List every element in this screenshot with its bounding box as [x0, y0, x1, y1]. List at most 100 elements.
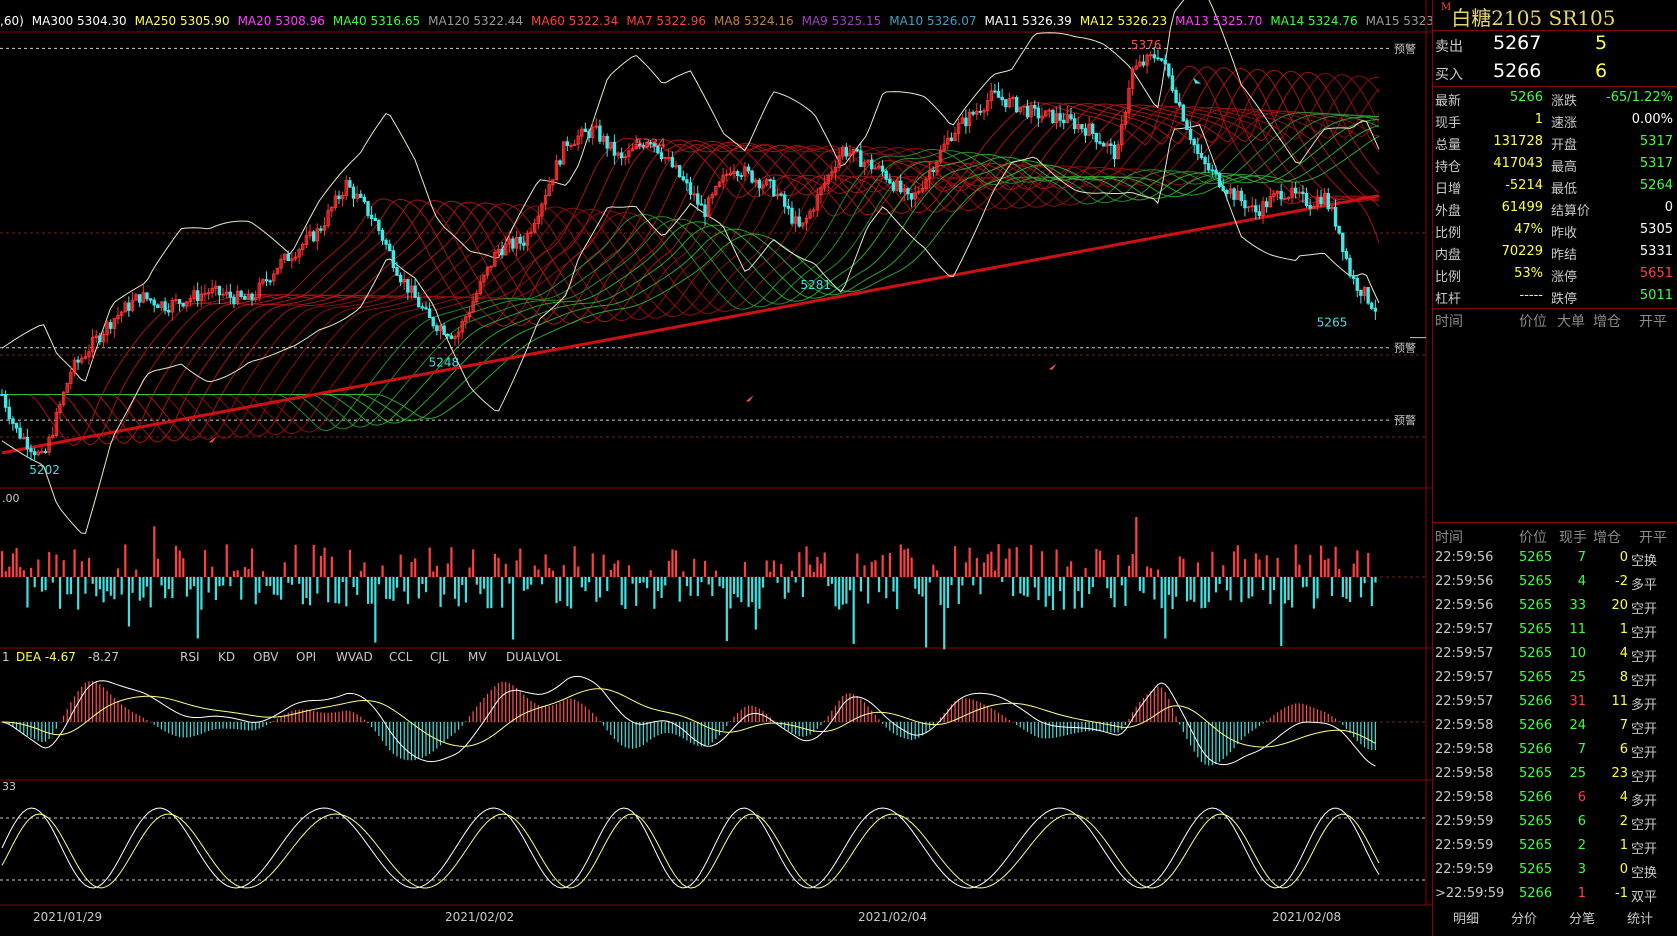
tick-row[interactable]: >22:59:59 5266 1 -1 双平: [1433, 882, 1677, 906]
volume-bar: [809, 564, 812, 577]
macd-bar: [1070, 722, 1072, 735]
volume-bar: [1069, 561, 1073, 577]
volume-bar: [1254, 553, 1257, 577]
tick-quantity: 7: [1577, 550, 1586, 565]
macd-bar: [1092, 722, 1094, 732]
tick-quantity: 1: [1577, 886, 1586, 901]
tick-row[interactable]: 22:59:57 5265 10 4 空开: [1433, 642, 1677, 666]
tick-quantity: 24: [1569, 718, 1586, 733]
volume-bar: [1167, 577, 1171, 595]
tick-row[interactable]: 22:59:57 5266 31 11 多开: [1433, 690, 1677, 714]
macd-bar: [381, 722, 384, 741]
contract-name: 白糖2105 SR105: [1451, 6, 1616, 30]
tick-row[interactable]: 22:59:56 5265 4 -2 多平: [1433, 570, 1677, 594]
volume-bar: [1341, 577, 1344, 597]
volume-bar: [73, 549, 76, 577]
macd-bar: [342, 711, 344, 722]
candle-body: [1337, 225, 1341, 234]
candle-body: [1351, 275, 1356, 279]
bid-row[interactable]: 买入 5266 6: [1433, 58, 1677, 86]
macd-bar: [1229, 722, 1232, 753]
candle-body: [1264, 201, 1269, 208]
macd-bar: [425, 722, 427, 757]
macd-bar: [657, 722, 659, 736]
volume-bar: [1229, 577, 1232, 601]
macd-bar: [1276, 712, 1279, 722]
volume-bar: [1091, 577, 1094, 588]
tick-row[interactable]: 22:59:58 5266 6 4 多开: [1433, 786, 1677, 810]
tick-oi-change: 2: [1619, 814, 1628, 829]
macd-bar: [110, 694, 112, 722]
macd-bar: [1106, 722, 1108, 732]
tick-row[interactable]: 22:59:59 5265 6 2 空开: [1433, 810, 1677, 834]
tick-row[interactable]: 22:59:58 5265 25 23 空开: [1433, 762, 1677, 786]
volume-bar: [838, 577, 841, 610]
volume-bar: [551, 570, 554, 577]
volume-bar: [287, 577, 290, 583]
volume-bar: [1330, 577, 1334, 596]
contract-title[interactable]: M白糖2105 SR105: [1441, 2, 1615, 31]
indicator-tab[interactable]: CJL: [430, 650, 449, 664]
volume-bar: [486, 577, 489, 609]
tick-row[interactable]: 22:59:56 5265 33 20 空开: [1433, 594, 1677, 618]
volume-bar: [366, 577, 370, 604]
indicator-tab[interactable]: MV: [468, 650, 487, 664]
volume-bar: [577, 566, 580, 577]
candle-body: [1217, 172, 1222, 187]
candle-body: [869, 159, 874, 170]
macd-bar: [1331, 716, 1333, 722]
candle-body: [522, 242, 526, 246]
volume-bar: [946, 577, 949, 609]
indicator-tab[interactable]: RSI: [180, 650, 200, 664]
tick-row[interactable]: 22:59:59 5265 3 0 空换: [1433, 858, 1677, 882]
tab-2[interactable]: 分笔: [1569, 908, 1595, 927]
macd-bar: [1019, 722, 1021, 728]
tab-1[interactable]: 分价: [1511, 908, 1537, 927]
volume-bar: [254, 577, 257, 605]
candle-body: [148, 298, 153, 301]
volume-bar: [301, 577, 304, 605]
volume-bar: [1084, 567, 1087, 577]
tab-3[interactable]: 统计: [1627, 908, 1653, 927]
tick-row[interactable]: 22:59:59 5265 2 1 空开: [1433, 834, 1677, 858]
tick-time: 22:59:58: [1435, 790, 1494, 805]
candle-body: [583, 128, 588, 133]
macd-bar: [871, 710, 873, 722]
volume-bar: [776, 577, 779, 583]
indicator-tab[interactable]: OPI: [296, 650, 316, 664]
macd-bar: [798, 722, 800, 737]
volume-bar: [316, 577, 319, 594]
volume-bar: [1312, 577, 1315, 609]
d-line: [1, 813, 1380, 889]
macd-bar: [229, 722, 231, 729]
macd-bar: [309, 710, 311, 722]
stat-label: 最低: [1551, 182, 1578, 197]
tick-type: 空换: [1631, 554, 1658, 569]
volume-bar: [399, 554, 402, 577]
indicator-tab[interactable]: DUALVOL: [506, 650, 562, 664]
ask-row[interactable]: 卖出 5267 5: [1433, 30, 1677, 58]
macd-bar: [794, 722, 797, 735]
volume-bar: [646, 577, 649, 589]
macd-bar: [555, 703, 558, 722]
tick-row[interactable]: 22:59:57 5265 25 8 空开: [1433, 666, 1677, 690]
indicator-tab[interactable]: CCL: [389, 650, 412, 664]
volume-bar: [207, 577, 210, 593]
tick-row[interactable]: 22:59:58 5266 24 7 空开: [1433, 714, 1677, 738]
macd-bar: [1284, 707, 1286, 722]
stat-row: 外盘 61499: [1435, 198, 1543, 220]
tick-row[interactable]: 22:59:56 5265 7 0 空换: [1433, 546, 1677, 570]
tick-row[interactable]: 22:59:57 5265 11 1 空开: [1433, 618, 1677, 642]
tab-0[interactable]: 明细: [1453, 908, 1479, 927]
indicator-tab[interactable]: WVAD: [336, 650, 373, 664]
indicator-tab[interactable]: OBV: [253, 650, 279, 664]
candle-body: [1370, 302, 1374, 309]
volume-bar: [1320, 545, 1323, 577]
tick-row[interactable]: 22:59:58 5266 7 6 空开: [1433, 738, 1677, 762]
candle-body: [264, 279, 269, 282]
stat-value: 417043: [1493, 156, 1543, 171]
indicator-tab[interactable]: KD: [218, 650, 235, 664]
volume-bar: [1142, 577, 1145, 594]
volume-bar: [1359, 577, 1363, 598]
macd-bar: [113, 698, 115, 722]
